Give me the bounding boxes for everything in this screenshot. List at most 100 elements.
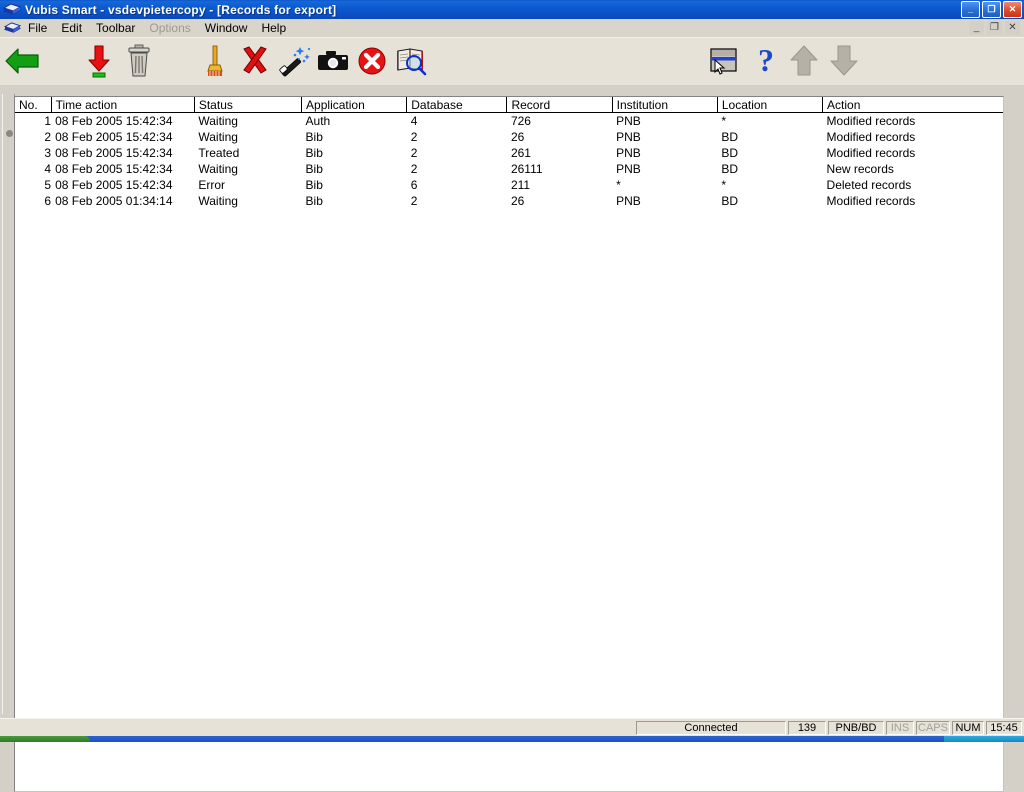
arrow-up-icon: [783, 41, 825, 81]
table-row[interactable]: 3 08 Feb 2005 15:42:34 Treated Bib 2 261…: [15, 145, 1003, 161]
cell-database: 2: [406, 145, 507, 161]
cell-action: Modified records: [822, 145, 1003, 161]
cell-location: *: [717, 177, 823, 193]
mdi-minimize-button[interactable]: _: [969, 21, 984, 35]
cell-institution: PNB: [612, 112, 718, 129]
column-header-status[interactable]: Status: [194, 97, 303, 113]
menu-bar: File Edit Toolbar Options Window Help _ …: [0, 19, 1024, 37]
book-search-icon[interactable]: [391, 41, 433, 81]
magic-wand-icon[interactable]: [274, 41, 316, 81]
cell-database: 2: [406, 193, 507, 209]
cell-location: BD: [717, 145, 823, 161]
record-count: 139: [788, 721, 826, 735]
table-row[interactable]: 5 08 Feb 2005 15:42:34 Error Bib 6 211 *…: [15, 177, 1003, 193]
connection-status: Connected: [636, 721, 786, 735]
menu-item-edit[interactable]: Edit: [54, 20, 89, 36]
cell-record: 26111: [506, 161, 613, 177]
cell-time-action: 08 Feb 2005 15:42:34: [51, 161, 195, 177]
cell-no: 4: [15, 161, 52, 177]
cell-institution: PNB: [612, 161, 718, 177]
mdi-document-icon[interactable]: [3, 21, 22, 36]
camera-icon[interactable]: [312, 41, 354, 81]
cell-action: Deleted records: [822, 177, 1003, 193]
cell-record: 211: [506, 177, 613, 193]
caps-lock-indicator: CAPS: [916, 721, 950, 735]
menu-item-toolbar[interactable]: Toolbar: [89, 20, 142, 36]
cell-institution: *: [612, 177, 718, 193]
cell-no: 5: [15, 177, 52, 193]
arrow-down-icon: [823, 41, 865, 81]
column-header-time-action[interactable]: Time action: [51, 97, 195, 113]
records-table: No. Time action Status Application Datab…: [15, 97, 1003, 209]
cell-time-action: 08 Feb 2005 15:42:34: [51, 112, 195, 129]
table-header-row: No. Time action Status Application Datab…: [15, 97, 1003, 113]
column-header-record[interactable]: Record: [506, 97, 613, 113]
cell-no: 1: [15, 112, 52, 129]
cell-record: 261: [506, 145, 613, 161]
table-row[interactable]: 1 08 Feb 2005 15:42:34 Waiting Auth 4 72…: [15, 112, 1003, 129]
start-button[interactable]: [0, 736, 90, 742]
table-row[interactable]: 6 08 Feb 2005 01:34:14 Waiting Bib 2 26 …: [15, 193, 1003, 209]
cell-time-action: 08 Feb 2005 01:34:14: [51, 193, 195, 209]
broom-icon[interactable]: [194, 41, 236, 81]
cell-status: Error: [194, 177, 302, 193]
cell-no: 6: [15, 193, 52, 209]
restore-button[interactable]: ❐: [982, 1, 1001, 18]
window-title: Vubis Smart - vsdevpietercopy - [Records…: [25, 2, 337, 17]
table-row[interactable]: 4 08 Feb 2005 15:42:34 Waiting Bib 2 261…: [15, 161, 1003, 177]
cell-application: Bib: [301, 129, 407, 145]
current-row-marker: [6, 130, 13, 137]
cell-status: Waiting: [194, 193, 302, 209]
minimize-button[interactable]: _: [961, 1, 980, 18]
column-header-location[interactable]: Location: [717, 97, 824, 113]
num-lock-indicator: NUM: [952, 721, 984, 735]
cell-institution: PNB: [612, 145, 718, 161]
cell-time-action: 08 Feb 2005 15:42:34: [51, 145, 195, 161]
mdi-client-area: No. Time action Status Application Datab…: [0, 85, 1024, 792]
trash-icon[interactable]: [118, 41, 160, 81]
column-header-database[interactable]: Database: [406, 97, 508, 113]
main-toolbar: ?: [0, 37, 1024, 86]
system-tray[interactable]: [944, 736, 1024, 742]
column-header-institution[interactable]: Institution: [612, 97, 718, 113]
column-header-application[interactable]: Application: [301, 97, 408, 113]
menu-item-options: Options: [149, 21, 191, 35]
download-icon[interactable]: [78, 41, 120, 81]
menu-item-window[interactable]: Window: [198, 20, 255, 36]
table-row[interactable]: 2 08 Feb 2005 15:42:34 Waiting Bib 2 26 …: [15, 129, 1003, 145]
cell-record: 26: [506, 193, 613, 209]
cell-status: Waiting: [194, 129, 302, 145]
insert-mode-indicator: INS: [886, 721, 914, 735]
cell-action: Modified records: [822, 112, 1003, 129]
menu-item-file[interactable]: File: [21, 20, 54, 36]
cell-action: Modified records: [822, 193, 1003, 209]
column-header-action[interactable]: Action: [822, 97, 1003, 113]
cell-database: 2: [406, 129, 507, 145]
clock: 15:45: [986, 721, 1022, 735]
cell-application: Auth: [301, 112, 407, 129]
cell-application: Bib: [301, 177, 407, 193]
back-arrow-icon[interactable]: [2, 41, 44, 81]
cell-location: BD: [717, 129, 823, 145]
cell-record: 26: [506, 129, 613, 145]
cell-database: 6: [406, 177, 507, 193]
menu-item-help[interactable]: Help: [254, 20, 293, 36]
red-x-icon[interactable]: [234, 41, 276, 81]
mdi-restore-button[interactable]: ❐: [987, 21, 1002, 35]
help-icon[interactable]: ?: [745, 41, 787, 81]
windows-taskbar: [0, 736, 1024, 742]
cell-time-action: 08 Feb 2005 15:42:34: [51, 129, 195, 145]
mdi-close-button[interactable]: ✕: [1005, 21, 1020, 35]
column-header-no[interactable]: No.: [15, 97, 52, 113]
books-icon: [2, 2, 22, 18]
cell-location: *: [717, 112, 823, 129]
cell-application: Bib: [301, 161, 407, 177]
stop-icon[interactable]: [351, 41, 393, 81]
cell-location: BD: [717, 161, 823, 177]
cell-database: 2: [406, 161, 507, 177]
close-button[interactable]: ✕: [1003, 1, 1022, 18]
cell-action: New records: [822, 161, 1003, 177]
cell-action: Modified records: [822, 129, 1003, 145]
select-row-icon[interactable]: [703, 41, 745, 81]
cell-status: Waiting: [194, 161, 302, 177]
